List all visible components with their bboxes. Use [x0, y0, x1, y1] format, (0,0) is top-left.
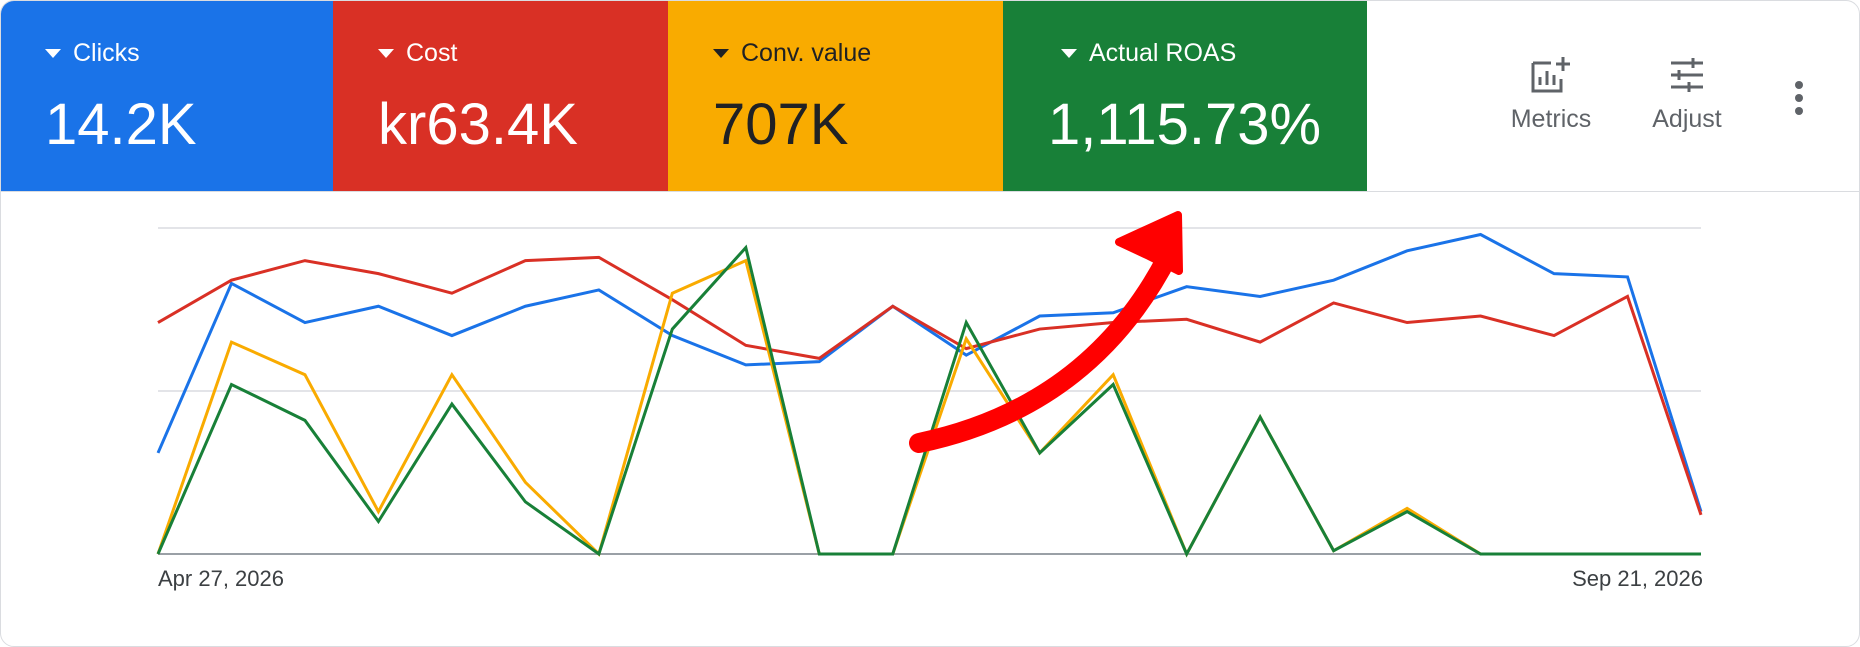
scorecard-value: 1,115.73% [1048, 92, 1322, 157]
dropdown-caret-icon[interactable] [378, 49, 394, 58]
series-line-3 [156, 244, 1701, 558]
scorecard-label: Actual ROAS [1089, 39, 1237, 67]
scorecard-conv-value[interactable]: Conv. value 707K [668, 1, 1003, 191]
adjust-button[interactable]: Adjust [1617, 55, 1757, 134]
scorecard-actual-roas[interactable]: Actual ROAS 1,115.73% [1003, 1, 1367, 191]
scorecard-clicks[interactable]: Clicks 14.2K [1, 1, 333, 191]
scorecard-value: kr63.4K [378, 92, 578, 157]
metrics-icon [1531, 57, 1570, 93]
annotation-arrowhead [1115, 211, 1183, 275]
scorecard-value: 707K [713, 92, 849, 157]
scorecard-label: Conv. value [741, 39, 872, 67]
x-tick-label-start: Apr 27, 2026 [158, 566, 284, 591]
performance-overview: Clicks 14.2K Cost kr63.4K Conv. value 70… [0, 0, 1860, 647]
scorecard-value: 14.2K [45, 92, 197, 157]
scorecard-label: Clicks [73, 39, 140, 67]
scorecard-label: Cost [406, 39, 458, 67]
dropdown-caret-icon[interactable] [713, 49, 729, 58]
adjust-icon [1671, 58, 1703, 92]
metrics-button[interactable]: Metrics [1481, 55, 1621, 134]
metrics-label: Metrics [1510, 105, 1592, 133]
dropdown-caret-icon[interactable] [1061, 49, 1077, 58]
more-options-icon[interactable] [1779, 73, 1819, 123]
series-line-2 [156, 258, 1701, 558]
dropdown-caret-icon[interactable] [45, 49, 61, 58]
scorecard-cost[interactable]: Cost kr63.4K [333, 1, 668, 191]
adjust-label: Adjust [1652, 105, 1722, 133]
x-tick-label-end: Sep 21, 2026 [1572, 566, 1703, 591]
series-line-1 [157, 255, 1703, 516]
scorecard-bar: Clicks 14.2K Cost kr63.4K Conv. value 70… [1, 1, 1859, 192]
